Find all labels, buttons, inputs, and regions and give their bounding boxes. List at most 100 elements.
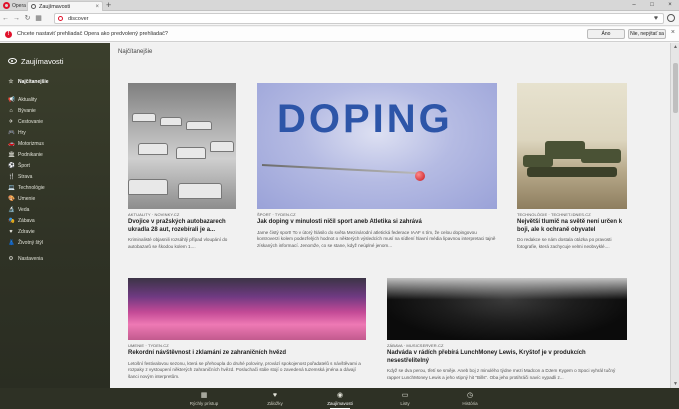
microscope-icon: 🔬 (8, 207, 15, 213)
article-card[interactable]: AKTUALITY · NOVINKY.CZ Dvojice v pražský… (128, 83, 236, 251)
article-title[interactable]: Dvojice v pražských autobazarech ukradla… (128, 219, 236, 234)
discover-feed: Najčítanejšie AKTUALITY · NOVINKY.CZ Dvo… (110, 43, 670, 388)
url-text[interactable]: discover (68, 16, 88, 22)
sidebar-item-label: Nastavenia (18, 256, 44, 262)
opera-menu-button[interactable]: Opera (0, 0, 26, 11)
heart-icon: ♥ (9, 229, 13, 235)
infobar-text: Chcete nastaviť prehliadač Opera ako pre… (17, 31, 168, 37)
article-title[interactable]: Nadváda v rádích přebírá LunchMoney Lewi… (387, 350, 627, 365)
sidebar-item-technologie[interactable]: 💻 Technológie (8, 185, 45, 191)
sidebar-item-zivotny-styl[interactable]: 👗 Životný štýl (8, 240, 43, 246)
bottom-item-speed-dial[interactable]: ▦ Rýchly prístup (174, 388, 234, 409)
bottom-navigation: ▦ Rýchly prístup ♥ Záložky ◉ Zaujímavost… (0, 388, 679, 409)
article-image-parking-lot[interactable] (128, 83, 236, 209)
article-image-concert[interactable] (128, 278, 366, 340)
article-image-doping[interactable]: DOPING (257, 83, 497, 209)
sidebar-item-label: Veda (18, 207, 30, 213)
article-card[interactable]: DOPING ŠPORT · TYDEN.CZ Jak doping v min… (257, 83, 497, 250)
sidebar-item-label: Zdravie (18, 229, 35, 235)
yes-button[interactable]: Áno (587, 29, 625, 39)
article-title[interactable]: Největší tlumič na světě není určen k bo… (517, 219, 627, 234)
close-window-button[interactable]: × (661, 0, 679, 11)
article-title[interactable]: Rekordní návštěvnost i zklamání ze zahra… (128, 350, 366, 358)
sidebar-item-label: Umenie (18, 196, 36, 202)
no-dont-ask-button[interactable]: Nie, nepýtať sa (628, 29, 666, 39)
sidebar-item-label: Hry (18, 130, 26, 136)
article-image-tank[interactable] (517, 83, 627, 209)
bottom-item-label: Zaujímavosti (327, 400, 353, 406)
new-tab-button[interactable]: + (106, 0, 111, 11)
back-button[interactable]: ← (0, 15, 11, 22)
bottom-item-label: Rýchly prístup (189, 400, 219, 406)
sidebar-item-motorizmus[interactable]: 🚗 Motorizmus (8, 141, 44, 147)
minimize-button[interactable]: – (625, 0, 643, 11)
sidebar-item-label: Technológie (18, 185, 45, 191)
article-card[interactable]: ZÁBAVA · MUSICSERVER.CZ Nadváda v rádích… (387, 278, 627, 382)
discover-sidebar: Zaujímavosti ☆ Najčítanejšie 📢 Aktuality ⌂… (0, 43, 110, 388)
vertical-scrollbar[interactable]: ▲ ▼ (670, 43, 679, 388)
sidebar-item-label: Aktuality (18, 97, 37, 103)
article-card[interactable]: TECHNOLÓGIE · TECHNET.IDNES.CZ Největší … (517, 83, 627, 251)
tab-title: Zaujímavosti (39, 3, 71, 10)
tab-close-icon[interactable]: × (95, 4, 99, 10)
bottom-item-stash[interactable]: ▭ Listy (375, 388, 435, 409)
article-description: Kriminalisté objasnili rozsáhlý případ v… (128, 237, 228, 249)
article-card[interactable]: UMENIE · TYDEN.CZ Rekordní návštěvnost i… (128, 278, 366, 381)
bottom-item-bookmarks[interactable]: ♥ Záložky (245, 388, 305, 409)
sidebar-item-strava[interactable]: 🍴 Strava (8, 174, 32, 180)
article-source: TECHNOLÓGIE · TECHNET.IDNES.CZ (517, 212, 591, 217)
home-icon: ⌂ (9, 108, 13, 114)
sidebar-item-sport[interactable]: ⚽ Šport (8, 163, 30, 169)
sidebar-item-byvanie[interactable]: ⌂ Bývanie (8, 108, 36, 114)
sidebar-header: Zaujímavosti (0, 43, 110, 69)
bottom-item-label: Listy (400, 400, 410, 406)
clock-icon: ◷ (466, 391, 474, 399)
article-description: Jame čistý sport! To v útorý hlásilo do … (257, 229, 496, 249)
sidebar-item-najcitanejsie[interactable]: ☆ Najčítanejšie (8, 79, 49, 85)
sidebar-item-veda[interactable]: 🔬 Veda (8, 207, 29, 213)
sidebar-item-podnikanie[interactable]: 🏛 Podnikanie (8, 152, 43, 158)
tab-zaujimavosti[interactable]: Zaujímavosti × (27, 1, 103, 11)
infobar-close-icon[interactable]: × (671, 29, 675, 36)
sidebar-item-label: Bývanie (18, 108, 36, 114)
bottom-item-discover[interactable]: ◉ Zaujímavosti (310, 388, 370, 409)
sidebar-item-hry[interactable]: 🎮 Hry (8, 130, 26, 136)
sidebar-item-label: Podnikanie (18, 152, 43, 158)
default-browser-infobar: ! Chcete nastaviť prehliadač Opera ako p… (0, 27, 679, 42)
reload-button[interactable]: ↻ (22, 14, 33, 22)
article-image-portrait[interactable] (387, 278, 627, 340)
sidebar-item-umenie[interactable]: 🎨 Umenie (8, 196, 35, 202)
eye-icon: ◉ (336, 391, 344, 399)
forward-button[interactable]: → (11, 15, 22, 22)
opera-menu-label: Opera (12, 2, 26, 9)
bookmark-heart-icon[interactable]: ♥ (654, 15, 658, 22)
sidebar-item-label: Šport (18, 163, 30, 169)
blood-drop (415, 171, 425, 181)
dress-icon: 👗 (8, 240, 15, 246)
opera-warning-icon: ! (5, 30, 12, 38)
article-description: Letošní festivalovou sezonu, která se př… (128, 360, 361, 380)
article-title[interactable]: Jak doping v minulosti ničil sport aneb … (257, 219, 497, 227)
bottom-item-history[interactable]: ◷ História (440, 388, 500, 409)
sidebar-item-aktuality[interactable]: 📢 Aktuality (8, 97, 37, 103)
sidebar-item-nastavenia[interactable]: ⚙ Nastavenia (8, 256, 43, 262)
opera-logo-icon (3, 2, 10, 9)
speed-dial-button[interactable]: ▦ (33, 14, 44, 22)
laptop-icon: 💻 (8, 185, 15, 191)
gamepad-icon: 🎮 (8, 130, 15, 136)
address-toolbar: ← → ↻ ▦ discover ♥ (0, 11, 679, 26)
sidebar-item-cestovanie[interactable]: ✈ Cestovanie (8, 119, 43, 125)
address-input[interactable]: discover ♥ (54, 13, 664, 24)
eye-icon (31, 4, 36, 9)
account-icon[interactable] (667, 14, 675, 22)
scrollbar-thumb[interactable] (673, 63, 678, 113)
scroll-down-arrow[interactable]: ▼ (671, 380, 679, 388)
heart-icon: ♥ (272, 391, 278, 399)
scroll-up-arrow[interactable]: ▲ (671, 43, 679, 51)
stash-icon: ▭ (401, 391, 409, 399)
sidebar-item-zabava[interactable]: 🎭 Zábava (8, 218, 35, 224)
sidebar-title: Zaujímavosti (21, 56, 64, 66)
maximize-button[interactable]: □ (643, 0, 661, 11)
sidebar-item-zdravie[interactable]: ♥ Zdravie (8, 229, 35, 235)
plane-icon: ✈ (8, 119, 14, 125)
